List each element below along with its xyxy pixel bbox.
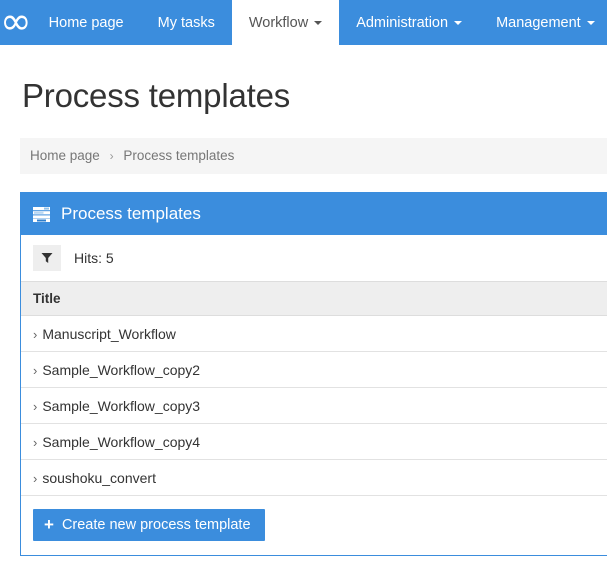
process-templates-table: Title › Manuscript_Workflow › Sample_Workf… [21, 281, 607, 496]
chevron-right-icon: › [33, 434, 38, 450]
panel-title: Process templates [61, 204, 201, 223]
process-template-link[interactable]: Manuscript_Workflow [42, 326, 176, 342]
process-templates-panel: Process templates Hits: 5 Title › Manuscr… [20, 192, 607, 556]
table-cell-title: › Sample_Workflow_copy3 [21, 387, 607, 424]
breadcrumb: Home page › Process templates [20, 138, 607, 174]
nav-item-label: Home page [48, 14, 124, 31]
nav-item-label: Management [496, 14, 581, 31]
panel-heading: Process templates [21, 193, 607, 235]
breadcrumb-item-current: Process templates [123, 148, 235, 163]
table-row[interactable]: › Sample_Workflow_copy4 [21, 423, 607, 460]
nav-item-home-page[interactable]: Home page [32, 0, 141, 45]
table-cell-title: › Sample_Workflow_copy4 [21, 423, 607, 460]
table-row[interactable]: › Sample_Workflow_copy3 [21, 387, 607, 424]
nav-item-management[interactable]: Management [479, 0, 607, 45]
brand-logo[interactable]: ∞ [0, 0, 32, 45]
infinity-logo-icon: ∞ [0, 0, 32, 43]
process-template-link[interactable]: soushoku_convert [42, 470, 156, 486]
breadcrumb-item-home-page[interactable]: Home page [30, 148, 100, 163]
nav-item-label: My tasks [157, 14, 215, 31]
process-template-link[interactable]: Sample_Workflow_copy3 [42, 398, 200, 414]
table-row[interactable]: › Manuscript_Workflow [21, 315, 607, 352]
top-navbar: ∞ Home page My tasks Workflow Administra… [0, 0, 607, 45]
funnel-filter-icon[interactable] [33, 245, 61, 271]
process-template-link[interactable]: Sample_Workflow_copy4 [42, 434, 200, 450]
chevron-right-icon: › [33, 362, 38, 378]
table-row[interactable]: › Sample_Workflow_copy2 [21, 351, 607, 388]
column-header-title[interactable]: Title [21, 281, 607, 316]
chevron-right-icon: › [33, 398, 38, 414]
process-template-link[interactable]: Sample_Workflow_copy2 [42, 362, 200, 378]
create-new-process-template-button[interactable]: + Create new process template [33, 509, 265, 541]
navbar-items: Home page My tasks Workflow Administrati… [32, 0, 607, 45]
breadcrumb-separator: › [109, 149, 114, 163]
nav-item-administration[interactable]: Administration [339, 0, 479, 45]
chevron-down-icon [314, 20, 323, 25]
page-title: Process templates [22, 77, 291, 114]
plus-icon: + [44, 515, 54, 534]
chevron-right-icon: › [33, 326, 38, 342]
nav-item-my-tasks[interactable]: My tasks [141, 0, 232, 45]
hits-count-label: Hits: 5 [74, 250, 114, 266]
table-head: Title [21, 281, 607, 316]
table-cell-title: › Manuscript_Workflow [21, 315, 607, 352]
chevron-down-icon [586, 20, 595, 25]
nav-item-workflow[interactable]: Workflow [231, 0, 340, 45]
filter-bar: Hits: 5 [21, 235, 607, 281]
table-header-row: Title [21, 281, 607, 316]
table-cell-title: › Sample_Workflow_copy2 [21, 351, 607, 388]
create-button-label: Create new process template [61, 516, 251, 533]
table-body: › Manuscript_Workflow › Sample_Workflow_co… [21, 315, 607, 496]
list-table-icon [33, 206, 50, 222]
panel-footer: + Create new process template [21, 496, 607, 555]
table-cell-title: › soushoku_convert [21, 459, 607, 496]
chevron-down-icon [454, 20, 463, 25]
nav-item-label: Workflow [248, 14, 309, 31]
nav-item-label: Administration [356, 14, 449, 31]
chevron-right-icon: › [33, 470, 38, 486]
table-row[interactable]: › soushoku_convert [21, 459, 607, 496]
